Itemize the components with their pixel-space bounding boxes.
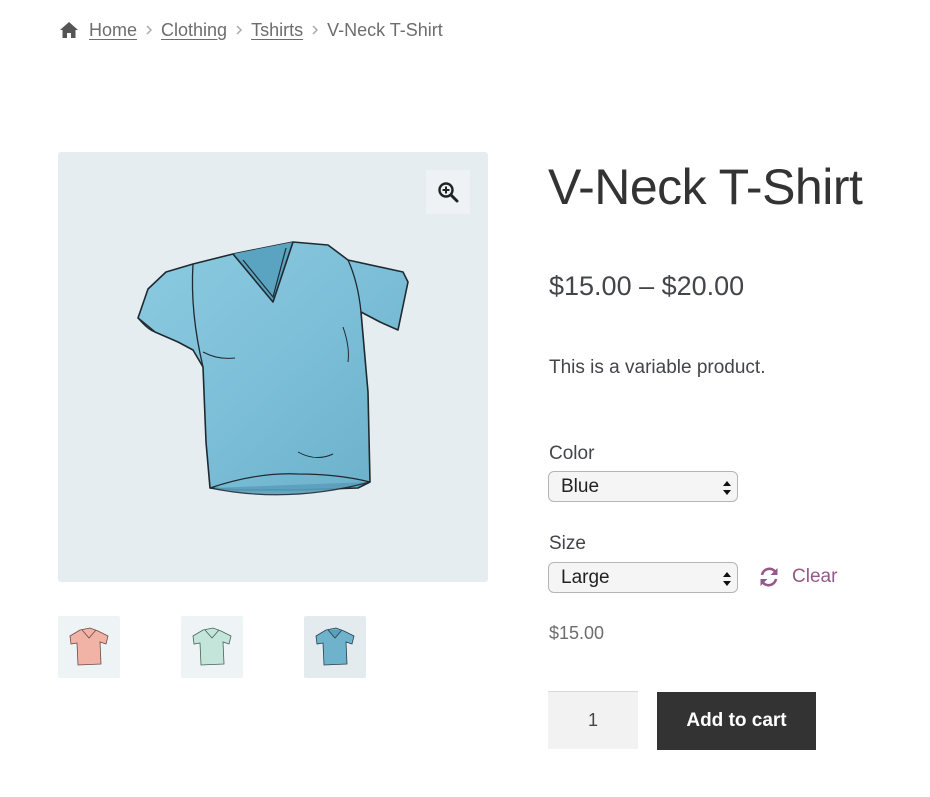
tshirt-blue-image xyxy=(137,241,409,496)
gallery-thumbnail-mint[interactable] xyxy=(181,616,243,678)
gallery-thumbnail-pink[interactable] xyxy=(58,616,120,678)
color-select-value: Blue xyxy=(561,475,600,497)
chevron-right-icon xyxy=(146,25,153,35)
variation-price: $15.00 xyxy=(549,623,605,643)
clear-label: Clear xyxy=(792,566,838,587)
price-range: $15.00 – $20.00 xyxy=(549,271,745,301)
clear-variations-link[interactable]: Clear xyxy=(758,563,837,591)
zoom-button[interactable] xyxy=(426,170,470,214)
refresh-icon xyxy=(760,567,778,587)
color-label: Color xyxy=(549,443,595,464)
product-main-image[interactable] xyxy=(58,152,488,582)
gallery-thumbnails xyxy=(58,616,368,678)
color-select[interactable]: Blue xyxy=(548,471,738,502)
home-icon xyxy=(60,22,78,38)
breadcrumb-link-clothing[interactable]: Clothing xyxy=(161,20,227,41)
chevron-right-icon xyxy=(312,25,319,35)
tshirt-blue-thumb xyxy=(315,627,355,666)
breadcrumb-link-home[interactable]: Home xyxy=(89,20,137,41)
chevron-right-icon xyxy=(236,25,243,35)
select-arrows-icon xyxy=(723,572,731,586)
magnifier-plus-icon xyxy=(438,182,459,203)
tshirt-pink-thumb xyxy=(69,627,109,666)
size-select[interactable]: Large xyxy=(548,562,738,593)
product-title: V-Neck T-Shirt xyxy=(548,159,863,215)
breadcrumb: Home Clothing Tshirts V-Neck T-Shirt xyxy=(59,18,443,42)
size-select-value: Large xyxy=(561,566,610,588)
quantity-input[interactable]: 1 xyxy=(548,691,638,749)
quantity-value: 1 xyxy=(587,710,598,730)
select-arrows-icon xyxy=(723,481,731,495)
add-to-cart-button[interactable]: Add to cart xyxy=(657,692,816,750)
size-label: Size xyxy=(549,533,586,554)
breadcrumb-current: V-Neck T-Shirt xyxy=(327,19,443,40)
breadcrumb-link-tshirts[interactable]: Tshirts xyxy=(251,20,303,41)
gallery-thumbnail-blue[interactable] xyxy=(304,616,366,678)
short-description: This is a variable product. xyxy=(549,357,766,378)
tshirt-mint-thumb xyxy=(192,627,232,666)
